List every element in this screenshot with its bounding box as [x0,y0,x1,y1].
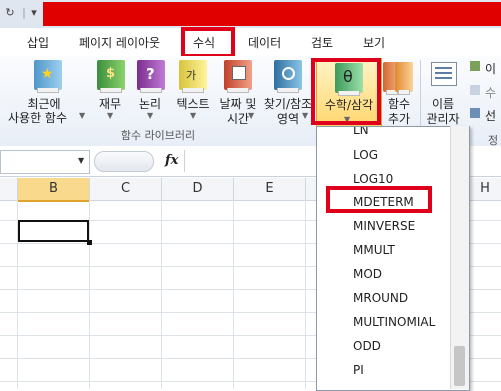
name-manager-icon [431,62,457,86]
tab-review[interactable]: 검토 [311,34,333,52]
function-library-group-label: 함수 라이브러리 [120,129,196,142]
chevron-down-icon: ▼ [107,111,114,120]
dropdown-scrollbar[interactable] [450,126,469,389]
grid-line [89,200,90,389]
chevron-down-icon: ▼ [190,111,197,120]
chevron-down-icon: ▼ [302,111,309,120]
column-header-e[interactable]: E [234,178,306,201]
star-book-icon: ★ [34,60,62,93]
menu-item-minverse[interactable]: MINVERSE [353,218,415,234]
column-header-h[interactable]: H [469,178,501,201]
calendar-book-icon [224,60,252,93]
money-book-icon: $ [97,60,125,93]
name-box[interactable]: ▼ [0,150,90,174]
tab-insert[interactable]: 삽입 [27,34,49,52]
chevron-down-icon[interactable]: ▼ [78,156,84,165]
menu-item-pi[interactable]: PI [353,362,364,378]
customize-quick-access-icon[interactable]: ▾ [28,6,40,20]
menu-item-log10[interactable]: LOG10 [353,171,393,187]
menu-item-log[interactable]: LOG [353,147,378,163]
chevron-down-icon: ▼ [248,111,255,120]
title-redaction [43,2,501,26]
menu-item-odd[interactable]: ODD [353,338,381,354]
create-from-selection-icon[interactable] [470,108,480,118]
column-header-c[interactable]: C [90,178,162,201]
math-trig-highlight [311,58,381,125]
select-all-corner[interactable] [0,178,18,201]
search-book-icon [274,60,302,93]
tab-formulas[interactable]: 수식 [193,34,215,52]
chevron-down-icon: ▼ [79,111,86,120]
recent-label-2[interactable]: 사용한 함수 [8,110,67,127]
column-header-b[interactable]: B [18,178,90,202]
use-in-formula-label: 수 [485,86,497,100]
mdeterm-highlight [326,186,432,213]
menu-item-mround[interactable]: MROUND [353,290,408,306]
name-manager-button[interactable]: 이름 관리자 [421,60,465,126]
more-books-icon-2 [395,62,413,95]
define-name-label[interactable]: 이 [485,60,496,77]
scrollbar-thumb[interactable] [454,346,465,386]
grid-line [305,200,306,389]
redo-icon[interactable]: ↻ [4,6,16,20]
tab-view[interactable]: 보기 [363,34,385,52]
grid-line [233,200,234,389]
chevron-down-icon: ▼ [147,111,154,120]
math-trig-dropdown: LN LOG LOG10 MDETERM MINVERSE MMULT MOD … [316,126,470,391]
menu-item-mod[interactable]: MOD [353,266,382,282]
tab-page-layout[interactable]: 페이지 레이아웃 [79,34,160,52]
column-header-d[interactable]: D [162,178,234,201]
menu-item-mmult[interactable]: MMULT [353,242,395,258]
active-cell-b2[interactable] [18,220,89,242]
insert-function-icon[interactable]: fx [165,153,178,168]
question-book-icon: ? [137,60,165,93]
menu-item-multinomial[interactable]: MULTINOMIAL [353,314,435,330]
menu-item-ln[interactable]: LN [353,127,369,138]
tab-data[interactable]: 데이터 [248,34,281,52]
formula-bar-handle[interactable] [94,151,154,172]
text-book-icon: 가 [179,60,207,93]
create-from-selection-label[interactable]: 선 [485,107,496,124]
define-name-icon[interactable] [470,61,480,71]
more-functions-button[interactable]: 함수 추가 [381,60,417,126]
grid-line [161,200,162,389]
use-in-formula-icon [470,85,480,95]
fill-handle[interactable] [87,240,92,245]
